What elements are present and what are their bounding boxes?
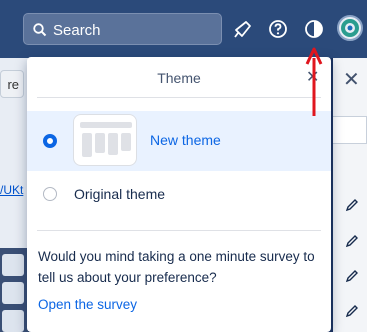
popup-title: Theme [157, 70, 201, 86]
theme-preview-thumbnail [73, 114, 137, 166]
board-column-area [0, 248, 28, 332]
edit-icon[interactable] [345, 234, 359, 248]
avatar-logo-icon [341, 19, 359, 37]
side-panel-right: ✕ [333, 58, 367, 332]
theme-popup: Theme ✕ New theme Original theme Would y… [27, 57, 331, 332]
radio-unselected[interactable] [43, 187, 57, 201]
thumbnail-column [82, 133, 92, 157]
board-card[interactable] [2, 254, 24, 276]
panel-close-icon[interactable]: ✕ [343, 67, 360, 92]
theme-option-original[interactable]: Original theme [27, 171, 331, 215]
edit-icon[interactable] [345, 198, 359, 212]
thumbnail-column [95, 133, 105, 153]
theme-icon[interactable] [303, 18, 325, 40]
megaphone-icon[interactable] [231, 18, 253, 40]
option-label: Original theme [74, 186, 166, 202]
option-label: New theme [150, 132, 221, 148]
user-avatar[interactable] [337, 15, 363, 41]
search-icon [33, 23, 47, 37]
share-button-fragment[interactable]: re [0, 70, 24, 98]
board-card[interactable] [2, 310, 24, 332]
thumbnail-bar [80, 122, 132, 128]
divider [37, 230, 321, 231]
radio-selected[interactable] [43, 134, 57, 148]
thumbnail-column [121, 133, 131, 151]
help-icon[interactable] [267, 18, 289, 40]
edit-icon[interactable] [345, 304, 359, 318]
background-board-left: re /UKt [0, 58, 28, 332]
link-fragment[interactable]: /UKt [0, 183, 23, 197]
thumbnail-column [108, 133, 118, 155]
theme-option-new[interactable]: New theme [27, 111, 331, 171]
survey-prompt: Would you mind taking a one minute surve… [38, 249, 315, 285]
panel-input-field[interactable] [333, 116, 367, 144]
annotation-arrow-icon [305, 47, 323, 116]
board-card[interactable] [2, 282, 24, 304]
divider [37, 97, 321, 98]
search-label: Search [53, 22, 101, 39]
edit-icon[interactable] [345, 269, 359, 283]
search-box[interactable]: Search [23, 13, 222, 45]
open-survey-link[interactable]: Open the survey [38, 297, 137, 312]
